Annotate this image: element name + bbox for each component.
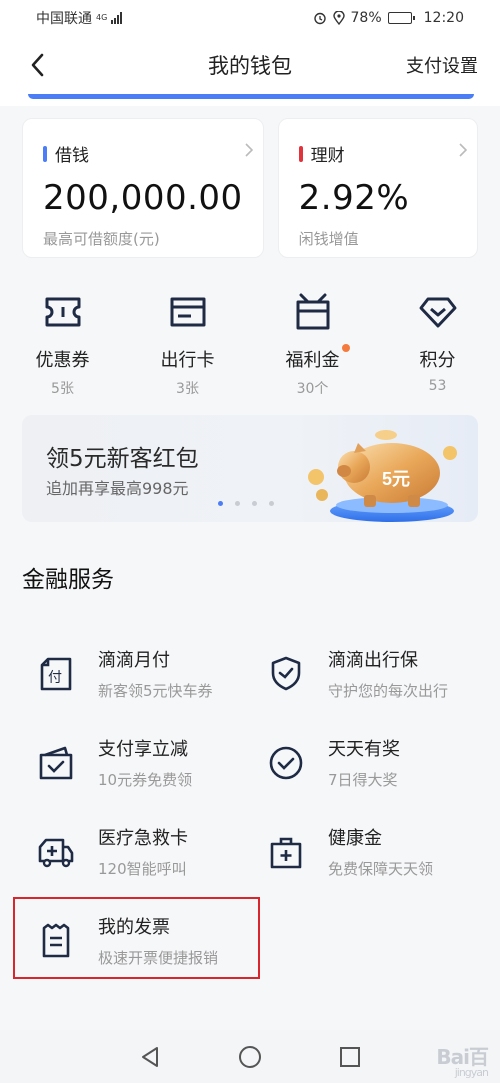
ambulance-icon bbox=[34, 830, 78, 874]
banner-pagination[interactable] bbox=[218, 501, 274, 506]
loan-card-label: 借钱 bbox=[55, 146, 89, 166]
health-fund-title: 健康金 bbox=[328, 828, 382, 849]
clock: 12:20 bbox=[423, 10, 464, 26]
monthly-pay-subtitle: 新客领5元快车券 bbox=[98, 682, 213, 700]
check-circle-icon bbox=[264, 741, 308, 785]
daily-prize-service[interactable]: 天天有奖 7日得大奖 bbox=[264, 731, 484, 801]
pay-discount-service[interactable]: 支付享立减 10元券免费领 bbox=[34, 731, 254, 801]
carrier-label: 中国联通 bbox=[36, 11, 92, 27]
shield-icon bbox=[264, 652, 308, 696]
banner-coin-text: 5元 bbox=[382, 469, 410, 489]
promo-banner[interactable]: 领5元新客红包 追加再享最高998元 5元 bbox=[22, 415, 478, 522]
battery-icon bbox=[387, 12, 415, 24]
travel-card-count: 3张 bbox=[176, 381, 199, 397]
payment-settings-link[interactable]: 支付设置 bbox=[406, 52, 478, 78]
welfare-count: 30个 bbox=[296, 381, 329, 397]
pay-discount-title: 支付享立减 bbox=[98, 739, 188, 760]
travel-card-label: 出行卡 bbox=[160, 350, 215, 371]
baidu-watermark-logo: Bai百 jingyan bbox=[436, 1045, 489, 1079]
daily-prize-subtitle: 7日得大奖 bbox=[328, 771, 398, 789]
back-triangle-icon[interactable] bbox=[139, 1046, 161, 1068]
system-navigation-bar bbox=[0, 1030, 500, 1083]
coupon-count: 5张 bbox=[51, 381, 74, 397]
banner-page-dot[interactable] bbox=[252, 501, 257, 506]
wealth-rate: 2.92% bbox=[298, 178, 410, 218]
monthly-pay-service[interactable]: 付 滴滴月付 新客领5元快车券 bbox=[34, 642, 254, 712]
wealth-subtitle: 闲钱增值 bbox=[298, 230, 359, 248]
travel-insurance-subtitle: 守护您的每次出行 bbox=[328, 682, 449, 700]
notification-dot bbox=[341, 344, 350, 352]
signal-icon bbox=[111, 12, 123, 24]
status-bar: 中国联通 4G 78% 12:20 bbox=[0, 0, 500, 36]
ticket-icon bbox=[41, 290, 85, 334]
banner-page-dot[interactable] bbox=[269, 501, 274, 506]
finance-section-title: 金融服务 bbox=[22, 567, 114, 593]
monthly-pay-title: 滴滴月付 bbox=[98, 650, 170, 671]
coupon-entry[interactable]: 优惠券 5张 bbox=[0, 290, 125, 400]
diamond-icon bbox=[416, 290, 460, 334]
nav-bar: 我的钱包 支付设置 bbox=[0, 36, 500, 94]
loan-amount: 200,000.00 bbox=[43, 178, 243, 218]
loan-subtitle: 最高可借额度(元) bbox=[43, 230, 160, 248]
daily-prize-title: 天天有奖 bbox=[328, 739, 400, 760]
emergency-card-subtitle: 120智能呼叫 bbox=[98, 860, 187, 878]
chevron-right-icon bbox=[245, 143, 253, 157]
location-icon bbox=[332, 11, 345, 25]
recents-square-icon[interactable] bbox=[339, 1046, 361, 1068]
wealth-card[interactable]: 理财 2.92% 闲钱增值 bbox=[277, 118, 478, 258]
chevron-left-icon bbox=[31, 53, 44, 77]
wallet-cards: 借钱 200,000.00 最高可借额度(元) 理财 2.92% 闲钱增值 bbox=[22, 118, 478, 258]
home-circle-icon[interactable] bbox=[238, 1045, 262, 1069]
medical-kit-icon bbox=[264, 830, 308, 874]
wealth-card-label: 理财 bbox=[310, 146, 345, 166]
svg-text:付: 付 bbox=[48, 670, 62, 686]
page-title: 我的钱包 bbox=[208, 54, 292, 78]
welfare-entry[interactable]: 福利金 30个 bbox=[250, 290, 375, 400]
travel-insurance-title: 滴滴出行保 bbox=[328, 650, 418, 671]
loan-card-accent bbox=[43, 145, 47, 162]
annotation-highlight-box bbox=[13, 897, 260, 979]
welfare-label-text: 福利金 bbox=[285, 350, 340, 371]
points-count: 53 bbox=[428, 378, 447, 394]
coupon-label: 优惠券 bbox=[35, 350, 90, 371]
chevron-right-icon bbox=[459, 143, 467, 157]
alarm-icon bbox=[313, 12, 326, 25]
header-accent-line bbox=[28, 94, 474, 99]
travel-card-entry[interactable]: 出行卡 3张 bbox=[125, 290, 250, 400]
emergency-card-service[interactable]: 医疗急救卡 120智能呼叫 bbox=[34, 820, 254, 890]
health-fund-subtitle: 免费保障天天领 bbox=[328, 860, 434, 878]
battery-percent: 78% bbox=[350, 10, 382, 26]
emergency-card-title: 医疗急救卡 bbox=[98, 828, 188, 849]
travel-insurance-service[interactable]: 滴滴出行保 守护您的每次出行 bbox=[264, 642, 484, 712]
wallet-check-icon bbox=[34, 741, 78, 785]
wealth-card-accent bbox=[298, 145, 303, 162]
header-strip bbox=[0, 94, 500, 106]
banner-page-dot[interactable] bbox=[218, 501, 223, 506]
piggy-bank-illustration: 5元 bbox=[308, 430, 457, 522]
loan-card[interactable]: 借钱 200,000.00 最高可借额度(元) bbox=[22, 118, 264, 258]
points-entry[interactable]: 积分 53 bbox=[375, 290, 500, 400]
health-fund-service[interactable]: 健康金 免费保障天天领 bbox=[264, 820, 484, 890]
banner-subtitle: 追加再享最高998元 bbox=[46, 479, 189, 498]
travel-card-icon bbox=[166, 290, 210, 334]
back-button[interactable] bbox=[20, 48, 54, 82]
banner-title: 领5元新客红包 bbox=[46, 446, 199, 472]
quick-entries: 优惠券 5张 出行卡 3张 福利金 30个 积分 53 bbox=[0, 290, 500, 400]
network-label: 4G bbox=[96, 13, 108, 22]
gift-box-icon bbox=[291, 290, 335, 334]
welfare-label: 福利金 bbox=[285, 344, 350, 372]
payment-receipt-icon: 付 bbox=[34, 652, 78, 696]
banner-page-dot[interactable] bbox=[235, 501, 240, 506]
pay-discount-subtitle: 10元券免费领 bbox=[98, 771, 193, 789]
points-label: 积分 bbox=[419, 350, 456, 371]
